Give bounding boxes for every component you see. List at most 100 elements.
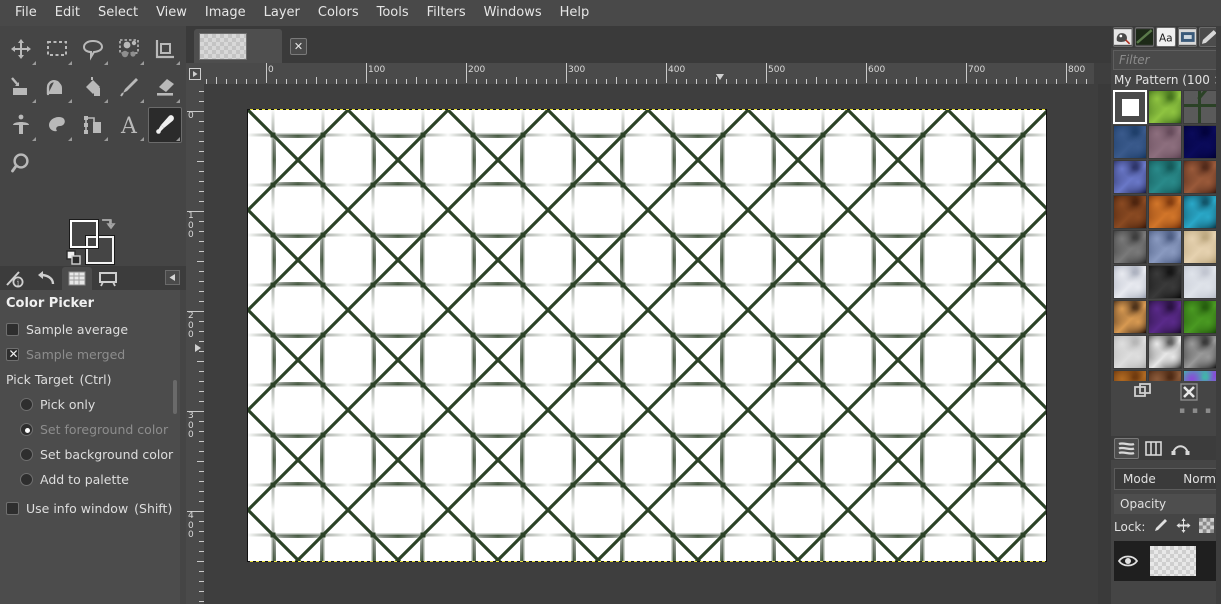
flip-tool[interactable] (40, 69, 74, 105)
layer-mode-row[interactable]: Mode Norm (1114, 468, 1221, 490)
rectangle-select-tool[interactable] (40, 31, 74, 67)
menu-image[interactable]: Image (196, 2, 255, 24)
crop-tool[interactable] (148, 31, 182, 67)
canvas-area[interactable] (204, 84, 1094, 604)
use-info-window-checkbox[interactable] (6, 502, 19, 515)
zoom-tool[interactable] (4, 145, 40, 181)
fuzzy-select-tool[interactable] (112, 31, 146, 67)
gradients-tab[interactable] (1134, 27, 1155, 47)
pattern-teal-strip[interactable] (1148, 160, 1182, 194)
pick-only-radio[interactable] (20, 398, 33, 411)
paths-tool[interactable] (76, 107, 110, 143)
pattern-blue-gradient[interactable] (1183, 125, 1217, 159)
pattern-filter-input[interactable]: Filter (1113, 50, 1219, 70)
channels-tab[interactable] (1141, 438, 1166, 459)
set-background-color-radio[interactable] (20, 448, 33, 461)
sample-average-checkbox[interactable] (6, 323, 19, 336)
pattern-red-rock[interactable] (1183, 160, 1217, 194)
lock-pixels-button[interactable] (1153, 518, 1168, 536)
duplicate-pattern-button[interactable] (1134, 383, 1152, 405)
brushes-tab[interactable] (1113, 27, 1133, 47)
paintbrush-tool[interactable] (112, 69, 146, 105)
menu-windows[interactable]: Windows (475, 2, 551, 24)
pattern-leopard[interactable] (1113, 300, 1147, 334)
close-document-button[interactable]: ✕ (290, 38, 307, 55)
use-info-window-row[interactable]: Use info window (Shift) (4, 496, 180, 521)
images-tab[interactable] (62, 267, 92, 290)
pattern-pink-marble[interactable] (1148, 125, 1182, 159)
layer-opacity-row[interactable]: Opacity (1114, 494, 1221, 514)
set-foreground-color-radio[interactable] (20, 423, 33, 436)
dock-separator-handle[interactable]: ▪ ▪ ▪ (1111, 406, 1221, 416)
pattern-blue-glitter[interactable] (1113, 160, 1147, 194)
horizontal-ruler[interactable]: 0 100 200 300 400 500 600 700 800 (204, 63, 1094, 84)
pattern-black-marble[interactable] (1148, 265, 1182, 299)
lock-position-button[interactable] (1176, 518, 1191, 536)
device-status-tab[interactable]: i (0, 267, 30, 290)
clone-tool[interactable] (4, 107, 38, 143)
eraser-tool[interactable] (148, 69, 182, 105)
pattern-white-square[interactable] (1113, 90, 1147, 124)
smudge-tool[interactable] (40, 107, 74, 143)
canvas-vertical-scrollbar[interactable] (1098, 84, 1111, 604)
delete-pattern-button[interactable] (1180, 383, 1198, 405)
tool-options-menu-button[interactable] (165, 270, 180, 285)
undo-history-tab[interactable] (31, 267, 61, 290)
ruler-corner-button[interactable] (186, 63, 204, 84)
layers-tab[interactable] (1114, 437, 1139, 459)
layer-visibility-toggle[interactable] (1114, 554, 1142, 568)
lock-alpha-button[interactable] (1199, 518, 1215, 536)
options-scroll-grip[interactable] (173, 380, 177, 414)
paths-tab[interactable] (1168, 438, 1193, 459)
menu-colors[interactable]: Colors (309, 2, 368, 24)
swap-colors-icon[interactable] (100, 216, 116, 236)
perspective-tool[interactable] (4, 69, 38, 105)
pattern-grey-stone[interactable] (1113, 230, 1147, 264)
add-to-palette-row[interactable]: Add to palette (4, 467, 180, 492)
pattern-cyan-line[interactable] (1183, 195, 1217, 229)
tool-options-tab[interactable] (93, 267, 123, 290)
pattern-light-fiber[interactable] (1183, 265, 1217, 299)
vertical-ruler[interactable]: 0 100 200 300 400 (186, 84, 204, 604)
pattern-soft-blur[interactable] (1148, 335, 1182, 369)
text-tool[interactable]: A (112, 107, 146, 143)
menu-edit[interactable]: Edit (46, 2, 89, 24)
pattern-blue-cloth[interactable] (1148, 230, 1182, 264)
fonts-tab[interactable]: Aa (1156, 27, 1176, 47)
pattern-purple-lightning[interactable] (1148, 300, 1182, 334)
sample-average-row[interactable]: Sample average (4, 317, 180, 342)
sample-merged-checkbox[interactable] (6, 346, 20, 363)
bucket-fill-tool[interactable] (76, 69, 110, 105)
menu-help[interactable]: Help (551, 2, 599, 24)
pattern-green-leaf[interactable] (1148, 90, 1182, 124)
document-tab[interactable] (194, 29, 282, 63)
layer-list[interactable] (1114, 541, 1221, 581)
move-tool[interactable] (4, 31, 38, 67)
menu-layer[interactable]: Layer (255, 2, 309, 24)
menu-tools[interactable]: Tools (368, 2, 418, 24)
menu-filters[interactable]: Filters (418, 2, 475, 24)
pattern-white-crackle[interactable] (1113, 265, 1147, 299)
pattern-grey-swirl[interactable] (1183, 335, 1217, 369)
pattern-orange-burl[interactable] (1148, 195, 1182, 229)
menu-select[interactable]: Select (89, 2, 147, 24)
foreground-color-swatch[interactable] (69, 219, 99, 249)
pattern-beige-paper[interactable] (1183, 230, 1217, 264)
pattern-green-leaves[interactable] (1183, 300, 1217, 334)
color-picker-tool[interactable] (148, 107, 182, 143)
pattern-dark-lattice[interactable] (1183, 90, 1217, 124)
set-background-color-row[interactable]: Set background color (4, 442, 180, 467)
set-foreground-color-row[interactable]: Set foreground color (4, 417, 180, 442)
pattern-grid[interactable] (1113, 90, 1221, 405)
pattern-white-marble[interactable] (1113, 335, 1147, 369)
sample-merged-row[interactable]: Sample merged (4, 342, 180, 367)
add-to-palette-radio[interactable] (20, 473, 33, 486)
pick-only-row[interactable]: Pick only (4, 392, 180, 417)
pattern-blue-edge[interactable] (1113, 125, 1147, 159)
canvas-pattern-layer[interactable] (248, 110, 1046, 561)
free-select-tool[interactable] (76, 31, 110, 67)
pattern-brown-bark[interactable] (1113, 195, 1147, 229)
menu-file[interactable]: File (6, 2, 46, 24)
document-history-tab[interactable] (1177, 27, 1198, 47)
menu-view[interactable]: View (147, 2, 196, 24)
